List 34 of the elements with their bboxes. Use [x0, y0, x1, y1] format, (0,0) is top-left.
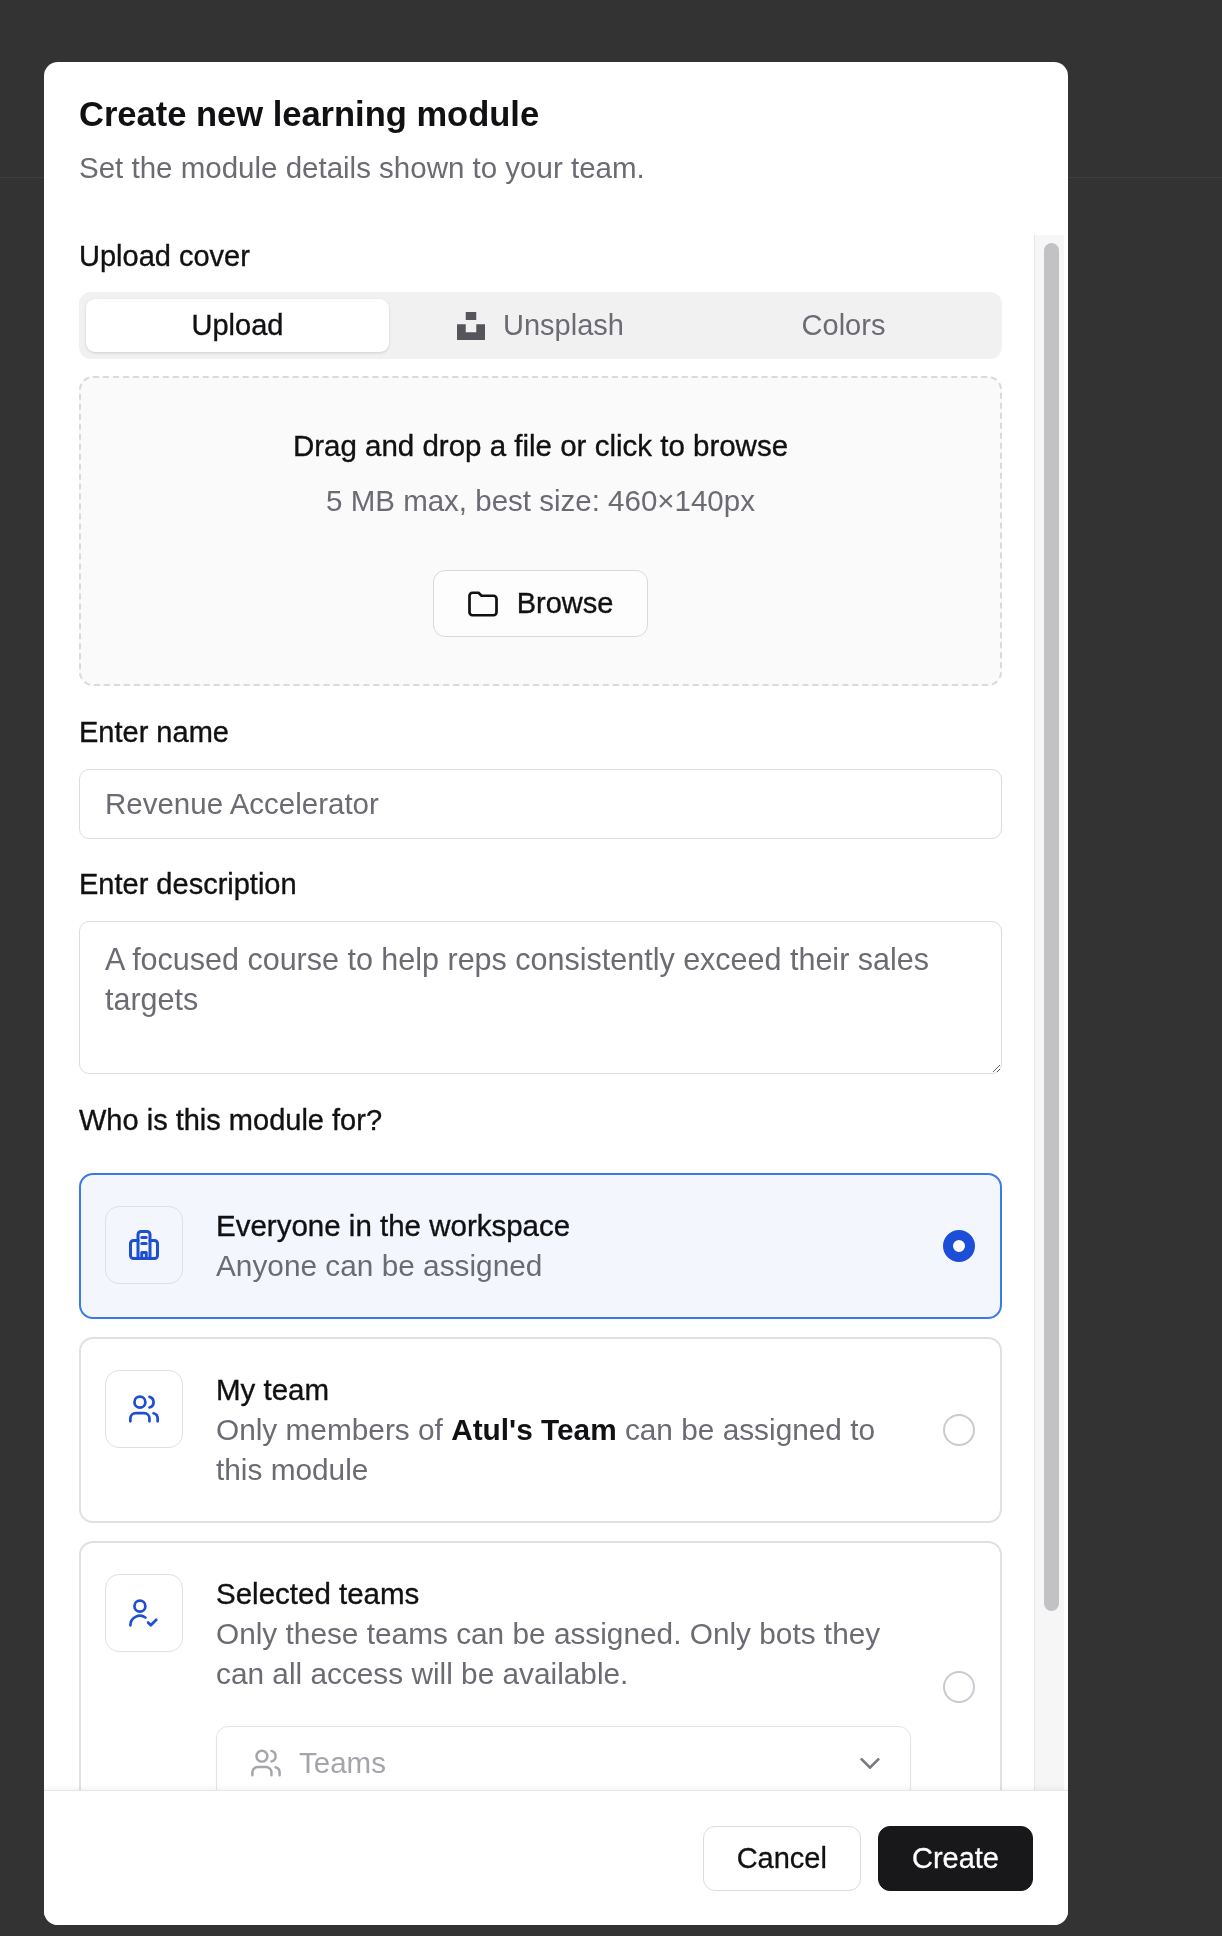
option-description: Only these teams can be assigned. Only bots they can all access will be available.	[216, 1616, 882, 1692]
user-check-icon	[105, 1574, 183, 1652]
option-description: Only members of Atul's Team can be assigned to this module	[216, 1412, 877, 1488]
cover-tab[interactable]: Unsplash	[389, 299, 692, 352]
submit-button[interactable]: Create	[877, 1826, 1033, 1891]
cancel-button[interactable]: Cancel	[702, 1826, 861, 1891]
field-label: Upload cover	[79, 239, 251, 274]
folder-icon	[467, 590, 498, 617]
field-label: Who is this module for?	[79, 1103, 383, 1138]
description-input[interactable]: A focused course to help reps consistently exceed their sales targets	[79, 921, 1002, 1074]
building-icon	[105, 1206, 183, 1284]
field-label: Enter name	[79, 715, 230, 750]
users-icon	[105, 1370, 183, 1448]
block-logo-icon	[457, 311, 486, 340]
option-description: Anyone can be assigned	[216, 1248, 544, 1284]
option-title: My team	[216, 1372, 331, 1408]
cover-tab[interactable]: Colors	[692, 299, 995, 352]
dialog-title: Create new learning module	[79, 94, 541, 135]
option-title: Selected teams	[216, 1576, 421, 1612]
drop-zone[interactable]: Drag and drop a file or click to browse 5 MB max, best size: 460×140px Browse	[79, 376, 1002, 686]
radio-button[interactable]	[943, 1230, 975, 1262]
drop-zone-title: Drag and drop a file or click to browse	[292, 428, 789, 464]
name-input[interactable]: Revenue Accelerator	[79, 769, 1002, 839]
users-icon	[251, 1749, 281, 1777]
audience-option[interactable]: Everyone in the workspace Anyone can be assigned	[79, 1173, 1002, 1319]
option-title: Everyone in the workspace	[216, 1208, 572, 1244]
chevron-down-icon	[860, 1757, 880, 1769]
browse-button[interactable]: Browse	[432, 570, 649, 637]
cover-tab[interactable]: Upload	[86, 299, 389, 352]
dialog-subtitle: Set the module details shown to your team.	[79, 150, 646, 186]
audience-option[interactable]: My team Only members of Atul's Team can be assigned to this module	[79, 1337, 1002, 1523]
field-label: Enter description	[79, 867, 298, 902]
scrollbar-thumb[interactable]	[1044, 243, 1059, 1611]
drop-zone-hint: 5 MB max, best size: 460×140px	[326, 483, 755, 519]
